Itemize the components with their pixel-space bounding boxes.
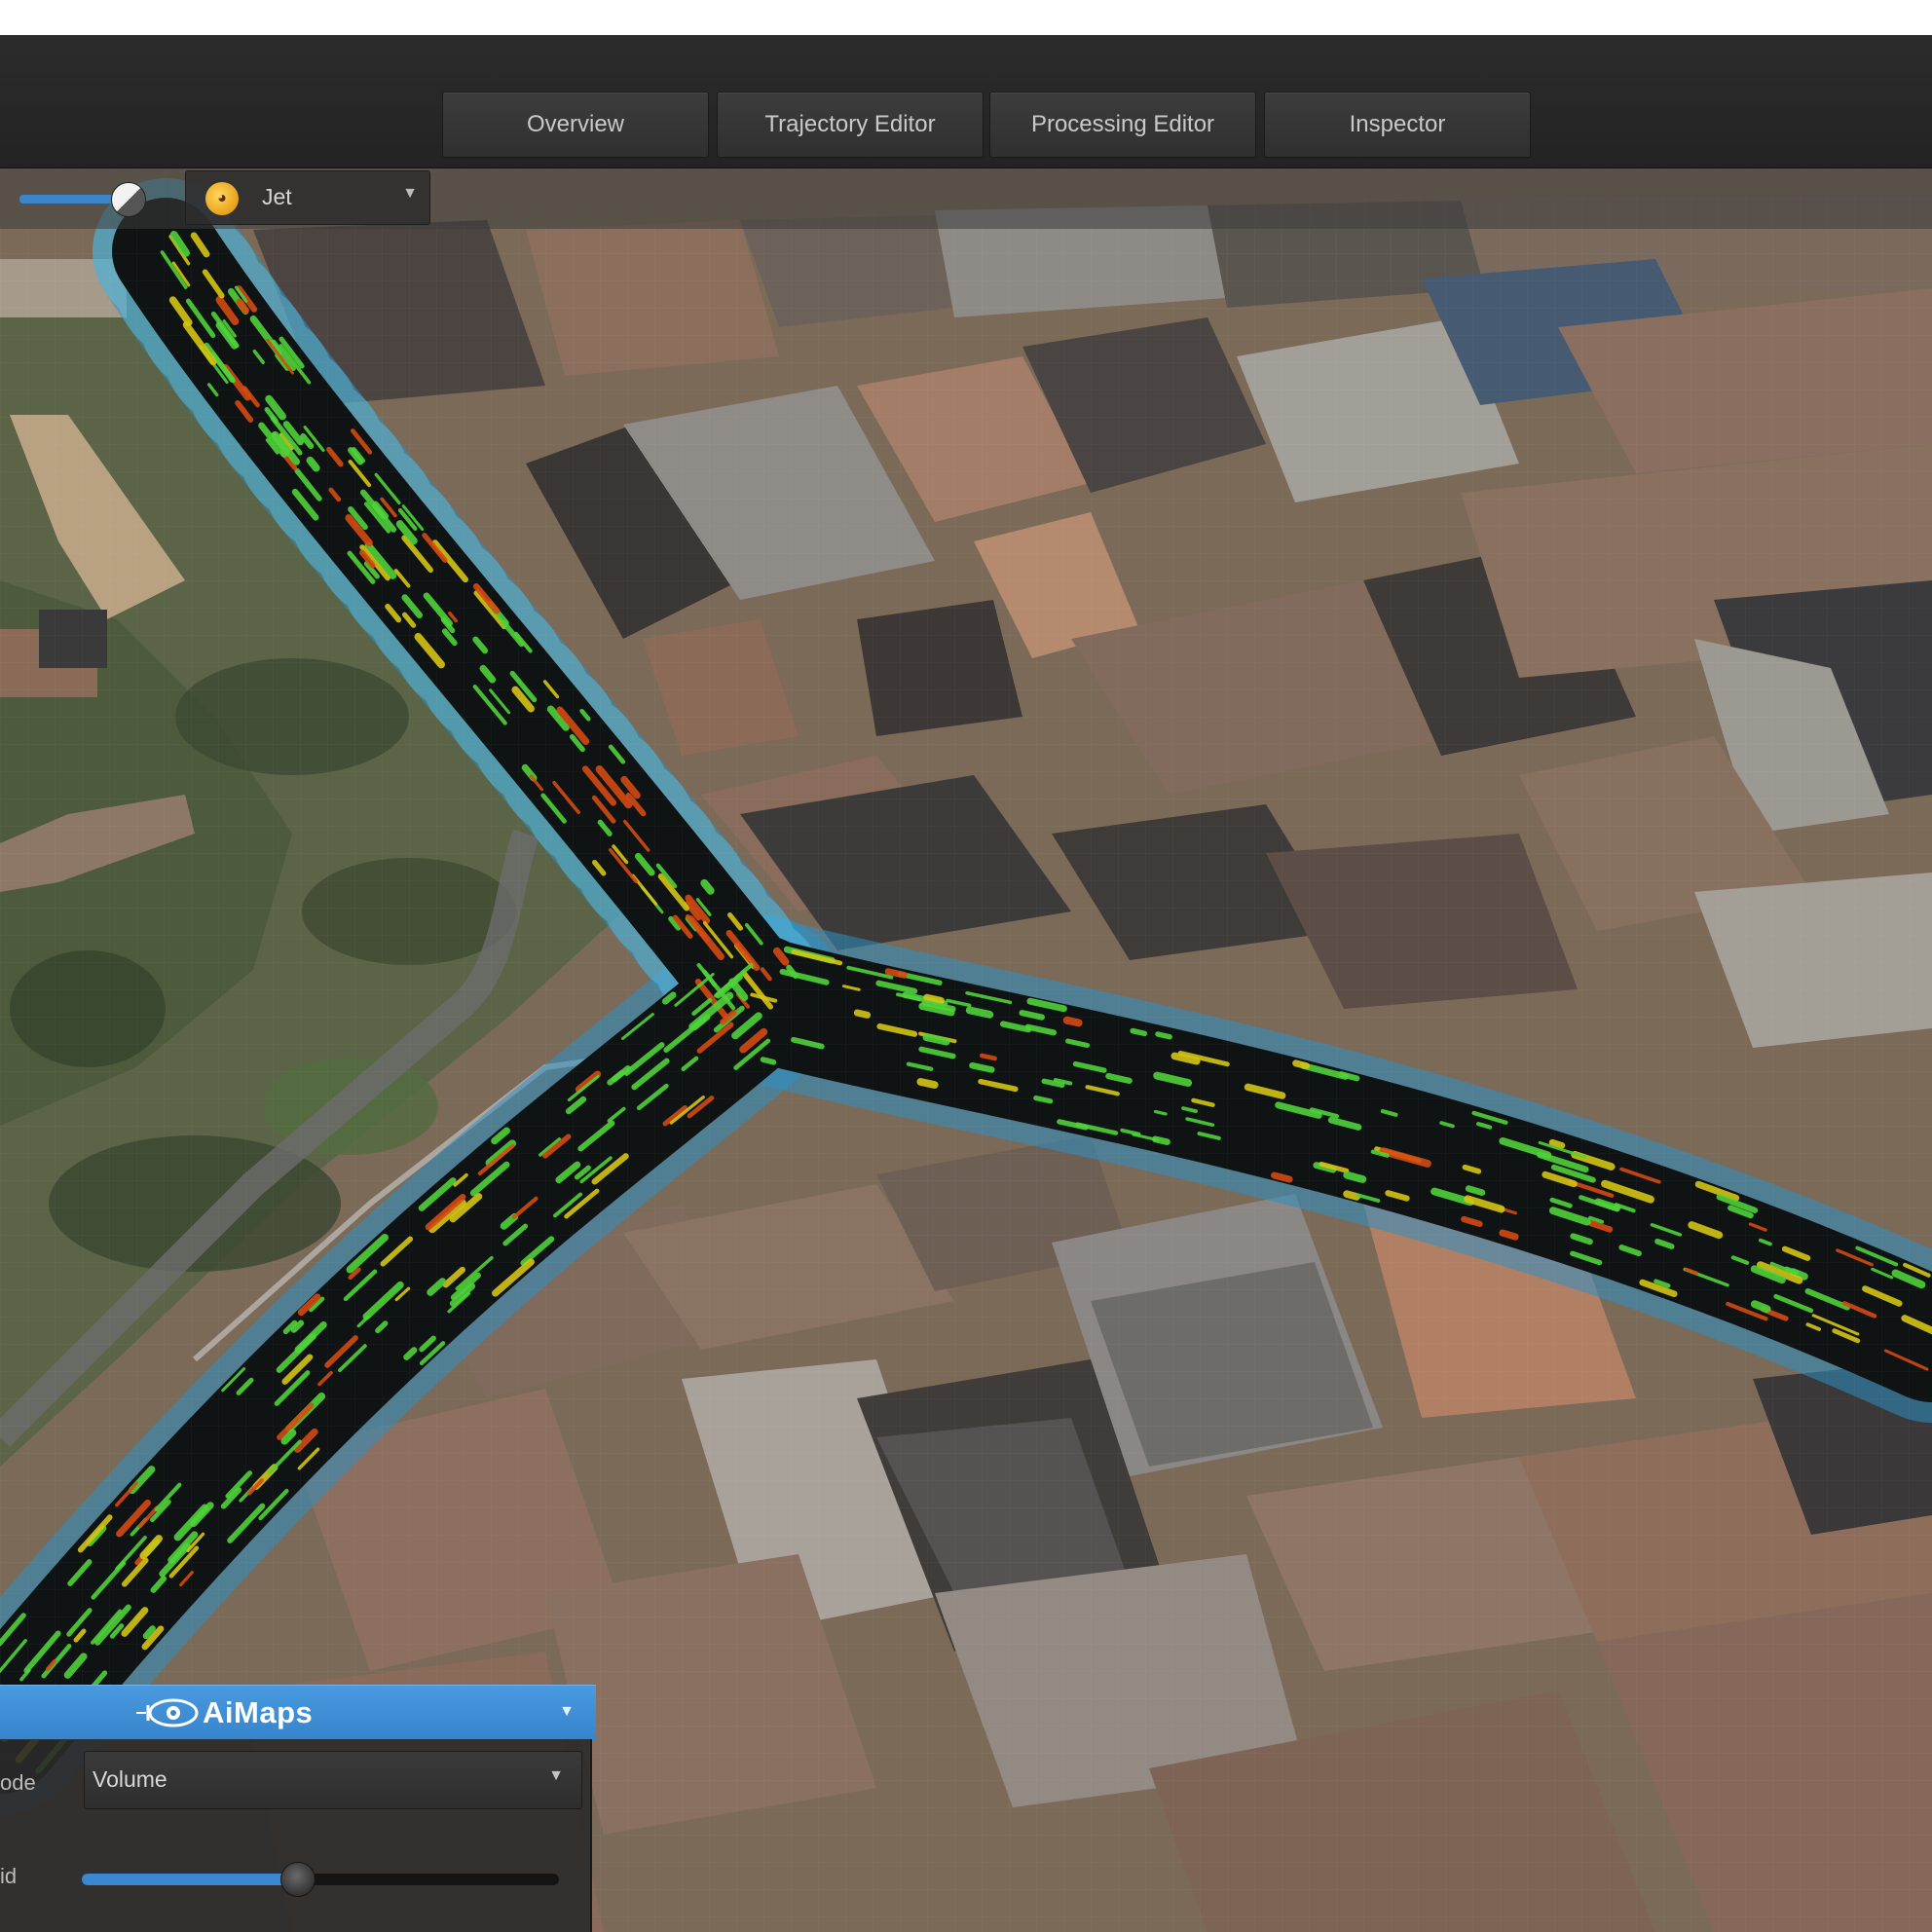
app-window: Overview Trajectory Editor Processing Ed… [0, 35, 1932, 1932]
panel-body: ode Volume ▼ id [0, 1739, 592, 1932]
mode-selected-value: Volume [93, 1766, 167, 1792]
scale-label: id [0, 1864, 18, 1888]
chevron-down-icon: ▼ [402, 185, 418, 202]
mode-label: ode [0, 1770, 36, 1795]
satellite-map [0, 168, 1932, 1932]
top-tab-bar: Overview Trajectory Editor Processing Ed… [0, 35, 1932, 168]
tab-overview[interactable]: Overview [442, 92, 709, 158]
palette-icon: ◕ [205, 182, 239, 215]
map-toolbar: ◕ Jet ▼ [0, 168, 1932, 229]
scale-slider[interactable] [82, 1862, 559, 1897]
chevron-down-icon[interactable]: ▼ [559, 1703, 575, 1721]
scale-slider-knob[interactable] [279, 1862, 316, 1897]
tab-inspector[interactable]: Inspector [1264, 92, 1531, 158]
panel-header[interactable]: AiMaps ▼ [0, 1685, 596, 1740]
eye-logo-icon [136, 1698, 199, 1728]
mode-select[interactable]: Volume ▼ [84, 1751, 582, 1809]
tab-trajectory-editor[interactable]: Trajectory Editor [717, 92, 984, 158]
tab-processing-editor[interactable]: Processing Editor [989, 92, 1256, 158]
chevron-down-icon: ▼ [548, 1767, 564, 1784]
color-palette-select[interactable]: ◕ Jet ▼ [185, 170, 430, 225]
palette-selected-value: Jet [262, 184, 292, 209]
logo-text: AiMaps [203, 1695, 314, 1729]
aimaps-panel: AiMaps ▼ ode Volume ▼ id [0, 1685, 596, 1932]
opacity-slider-knob[interactable] [111, 182, 146, 217]
scale-slider-fill [82, 1874, 297, 1885]
map-viewport[interactable] [0, 168, 1932, 1932]
